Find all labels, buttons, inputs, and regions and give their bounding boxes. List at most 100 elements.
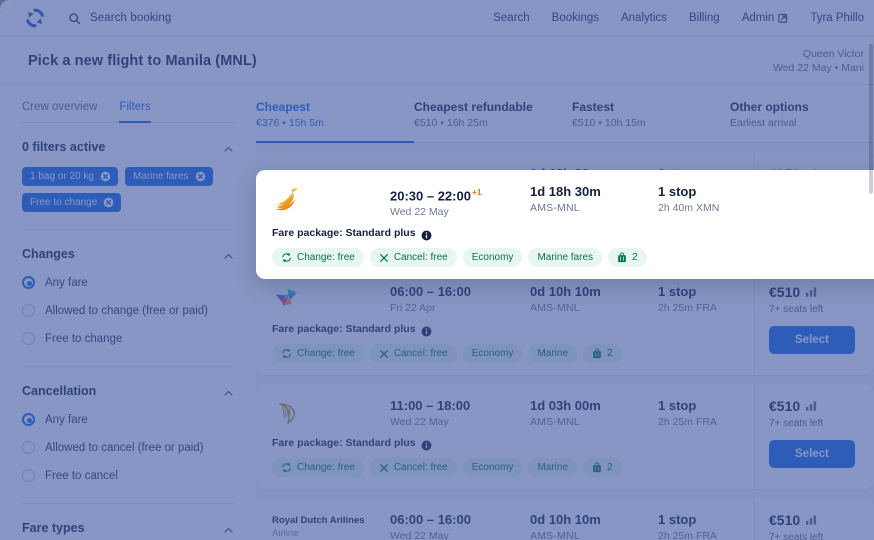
filter-section-changes-title: Changes (22, 247, 75, 261)
filter-section-cancellation-title: Cancellation (22, 384, 97, 398)
radio-changes-allowed[interactable]: Allowed to change (free or paid) (22, 300, 234, 321)
chevron-up-icon[interactable] (223, 249, 234, 260)
flight-tag[interactable]: Economy (462, 248, 523, 268)
flight-card[interactable]: Royal Dutch Arilines Airline 06:00 – 16:00… (256, 498, 874, 540)
filter-section-fare-types-header[interactable]: Fare types (22, 504, 234, 535)
radio-changes-any-fare[interactable]: Any fare (22, 272, 234, 293)
flight-stops-cell: 1 stop 2h 25m FRA (658, 397, 754, 430)
sort-tabs: Cheapest €376 • 15h 5m Cheapest refundab… (256, 85, 874, 143)
app-root: Search booking Search Bookings Analytics… (0, 0, 874, 540)
results-scrollbar[interactable] (869, 44, 873, 194)
flight-tag-row: Change: free Cancel: free Economy Marine 2 (272, 344, 754, 364)
bag-icon (592, 462, 602, 473)
flight-tag[interactable]: Marine (528, 458, 578, 478)
change-icon (281, 348, 292, 359)
nav-link-billing[interactable]: Billing (689, 12, 720, 24)
select-flight-button[interactable]: Select (769, 326, 855, 355)
flight-times: 06:00 – 16:00 (390, 284, 471, 300)
sort-tab-cheapest-refundable[interactable]: Cheapest refundable €510 • 16h 25m (414, 99, 572, 143)
remove-filter-icon[interactable] (100, 171, 111, 182)
flight-card-top-row: Royal Dutch Arilines Airline 06:00 – 16:00… (272, 511, 754, 540)
flight-stops-cell: 1 stop 2h 25m FRA (658, 283, 754, 316)
nav-link-search[interactable]: Search (493, 12, 529, 24)
flight-card-main: 06:00 – 16:00 Fri 22 Apr 0d 10h 10m AMS-MNL… (256, 270, 754, 375)
flight-tag-label: Change: free (297, 348, 355, 360)
user-account-menu[interactable]: Tyra Phillo (810, 12, 864, 24)
select-flight-button[interactable]: Select (769, 440, 855, 469)
radio-cancellation-free[interactable]: Free to cancel (22, 465, 234, 486)
sidebar-tab-filters[interactable]: Filters (119, 101, 151, 123)
singapore-airlines-logo (275, 188, 299, 211)
radio-cancellation-any-fare[interactable]: Any fare (22, 409, 234, 430)
flight-tag[interactable]: 2 (608, 248, 647, 268)
flight-tag[interactable]: Change: free (272, 458, 364, 478)
close-x-icon (379, 253, 389, 263)
flight-duration-cell: 1d 03h 00m AMS-MNL (530, 397, 658, 430)
flight-tag[interactable]: Cancel: free (369, 344, 457, 364)
flight-card-price-rail: €510 7+ seats left Select (754, 384, 874, 490)
sort-tab-fastest[interactable]: Fastest €510 • 10h 15m (572, 99, 730, 143)
top-navigation-bar: Search booking Search Bookings Analytics… (0, 0, 874, 37)
flight-tag[interactable]: 2 (583, 344, 622, 364)
refresh-circle-logo[interactable] (24, 7, 46, 29)
filter-section-cancellation-header[interactable]: Cancellation (22, 367, 234, 398)
radio-cancellation-allowed[interactable]: Allowed to cancel (free or paid) (22, 437, 234, 458)
radio-label: Allowed to cancel (free or paid) (45, 441, 204, 454)
search-booking-field[interactable]: Search booking (68, 12, 171, 25)
close-x-icon (379, 463, 389, 473)
flight-card-main: 20:30 – 22:00+1 Wed 22 May 1d 18h 30m AMS-M… (256, 170, 874, 279)
focused-flight-card[interactable]: 20:30 – 22:00+1 Wed 22 May 1d 18h 30m AMS-M… (256, 170, 874, 280)
sort-tab-other-options[interactable]: Other options Earliest arrival (730, 99, 874, 143)
filter-chip-free-to-change[interactable]: Free to change (22, 193, 122, 212)
flight-stop-detail: 2h 25m FRA (658, 530, 717, 540)
flight-tag[interactable]: 2 (583, 458, 622, 478)
flight-card-main: 11:00 – 18:00 Wed 22 May 1d 03h 00m AMS-MNL… (256, 384, 754, 489)
chevron-up-icon[interactable] (223, 142, 234, 153)
flight-tag-label: 2 (607, 462, 613, 474)
info-icon[interactable] (421, 438, 432, 451)
active-filters-header[interactable]: 0 filters active (22, 123, 234, 154)
flight-times-cell: 06:00 – 16:00 Wed 22 May (390, 511, 530, 540)
flight-tag-label: Marine (537, 462, 569, 474)
flight-tag[interactable]: Marine (528, 344, 578, 364)
sort-tab-cheapest-refundable-sub: €510 • 16h 25m (414, 117, 488, 129)
info-icon[interactable] (421, 324, 432, 337)
radio-changes-free[interactable]: Free to change (22, 328, 234, 349)
filter-chip-bag[interactable]: 1 bag or 20 kg (22, 167, 118, 186)
nav-link-bookings[interactable]: Bookings (552, 12, 599, 24)
price-trend-bars-icon[interactable] (805, 284, 818, 298)
seats-left: 7+ seats left (769, 532, 824, 540)
flight-card[interactable]: 11:00 – 18:00 Wed 22 May 1d 03h 00m AMS-MNL… (256, 384, 874, 490)
flight-tag[interactable]: Change: free (272, 248, 364, 268)
flight-date: Wed 22 May (390, 206, 449, 219)
flight-tag[interactable]: Cancel: free (369, 248, 457, 268)
flight-tag-label: Cancel: free (393, 462, 448, 474)
chevron-up-icon[interactable] (223, 386, 234, 397)
flight-tag[interactable]: Change: free (272, 344, 364, 364)
flight-tag[interactable]: Economy (462, 458, 523, 478)
flight-tag[interactable]: Marine fares (528, 248, 603, 268)
flight-date: Wed 22 May (390, 530, 449, 540)
flight-times: 06:00 – 16:00 (390, 512, 471, 528)
flight-stop-detail: 2h 25m FRA (658, 416, 717, 429)
sidebar-tab-crew-overview[interactable]: Crew overview (22, 101, 97, 123)
seats-left: 7+ seats left (769, 304, 824, 316)
remove-filter-icon[interactable] (195, 171, 206, 182)
nav-link-billing-label: Billing (689, 12, 720, 24)
chevron-up-icon[interactable] (223, 523, 234, 534)
info-icon[interactable] (421, 228, 432, 241)
sort-tab-cheapest[interactable]: Cheapest €376 • 15h 5m (256, 99, 414, 143)
price-trend-bars-icon[interactable] (805, 512, 818, 526)
radio-label: Any fare (45, 276, 88, 289)
flight-tag[interactable]: Cancel: free (369, 458, 457, 478)
filter-chip-marine-fares[interactable]: Marine fares (124, 167, 213, 186)
nav-link-analytics[interactable]: Analytics (621, 12, 667, 24)
flight-card[interactable]: 06:00 – 16:00 Fri 22 Apr 0d 10h 10m AMS-MNL… (256, 270, 874, 376)
filter-section-changes-header[interactable]: Changes (22, 230, 234, 261)
nav-link-admin-label: Admin (741, 12, 775, 24)
nav-link-admin[interactable]: Admin (742, 12, 789, 24)
remove-filter-icon[interactable] (103, 197, 114, 208)
search-icon (68, 12, 81, 25)
price-trend-bars-icon[interactable] (805, 398, 818, 412)
flight-tag[interactable]: Economy (462, 344, 523, 364)
